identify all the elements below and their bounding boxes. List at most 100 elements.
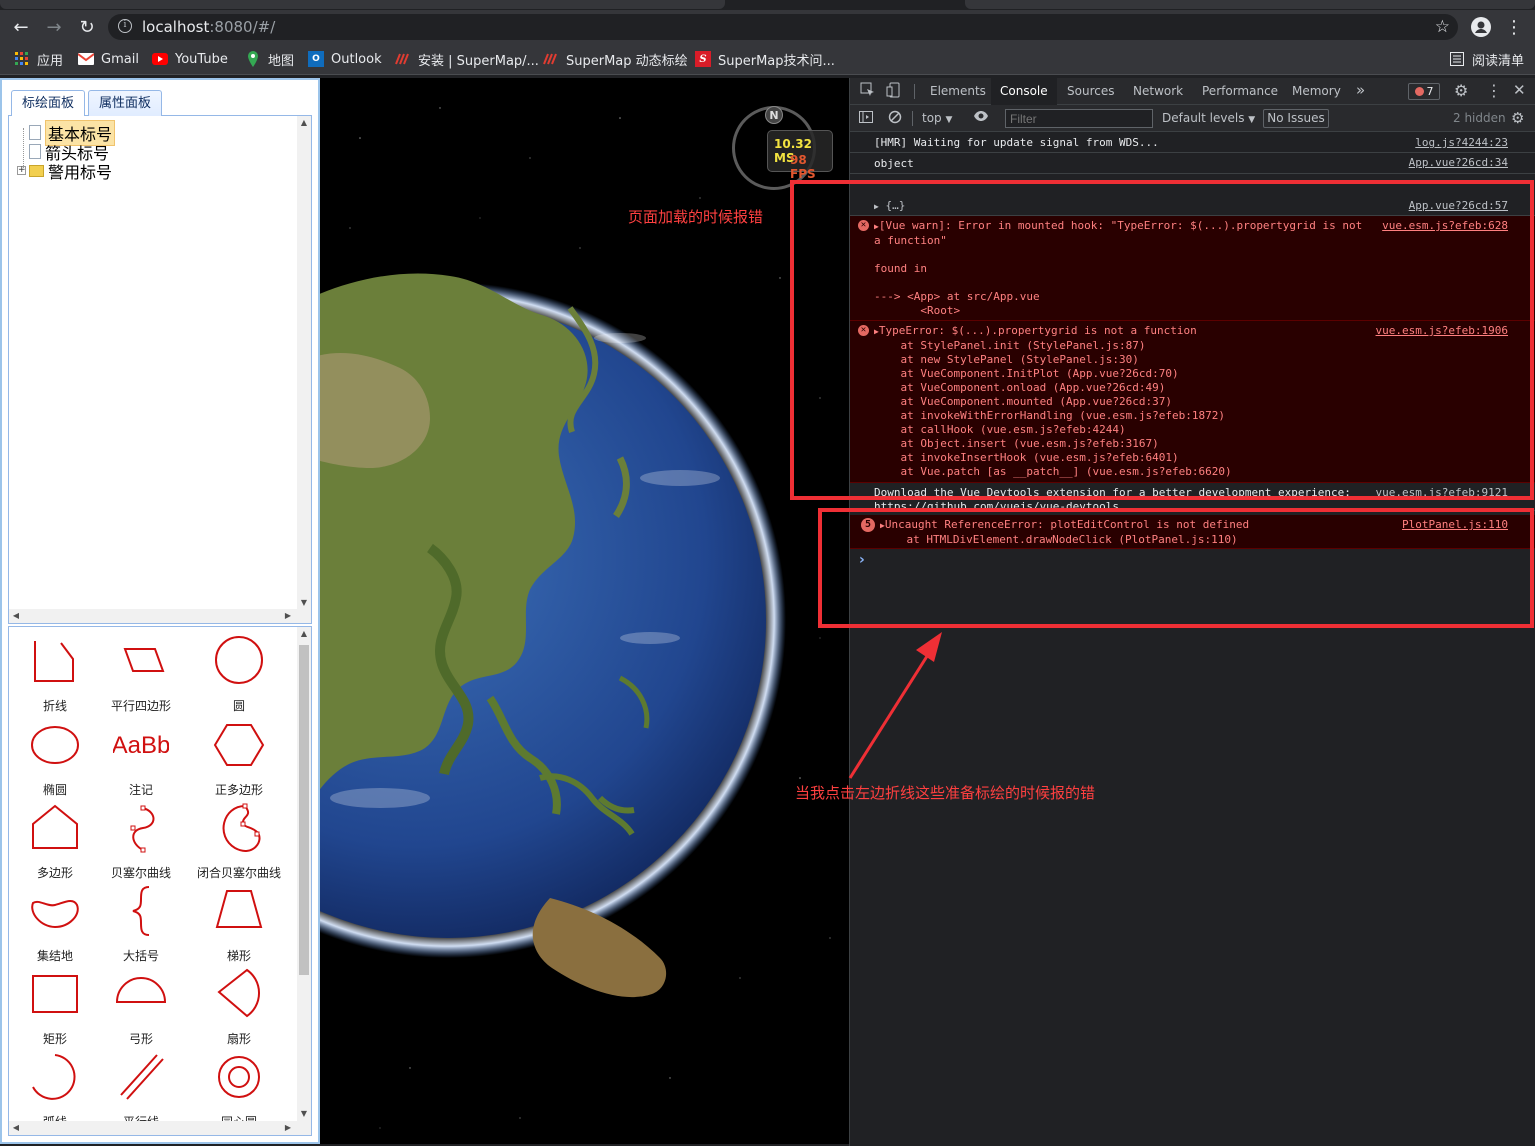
tab-console[interactable]: Console [991,78,1057,105]
gallery-item-ellipse[interactable]: 椭圆 [11,719,99,801]
more-tabs-icon[interactable]: » [1356,81,1365,99]
scroll-up-arrow-icon[interactable]: ▲ [297,116,311,130]
browser-toolbar: ← → ↻ i localhost:8080/#/ ☆ ⋮ [0,10,1535,44]
scroll-down-arrow-icon[interactable]: ▼ [297,596,311,610]
forward-arrow-icon[interactable]: → [42,15,66,39]
gallery-item-label: 贝塞尔曲线 [110,866,171,880]
device-toggle-icon[interactable] [886,82,902,101]
globe-viewport[interactable]: N 10.32 MS 98 FPS [320,78,849,1144]
clear-console-icon[interactable] [888,110,902,127]
gallery-item-closed-bezier[interactable]: 闭合贝塞尔曲线 [195,802,283,884]
browser-tab[interactable] [0,0,725,9]
gallery-item-trapezoid[interactable]: 梯形 [195,885,283,967]
annotation-sample-text: AaBb [113,732,169,759]
gallery-item-brace[interactable]: 大括号 [97,885,185,967]
tree-node-label: 警用标号 [48,162,113,182]
file-icon [29,125,41,140]
annotation-box-load-error [790,180,1534,500]
tree-node-police[interactable]: + 警用标号 [17,161,113,182]
gallery-item-sector[interactable]: 扇形 [195,968,283,1050]
bookmark-label: Outlook [331,51,382,67]
gallery-item-polyline[interactable]: 折线 [11,635,99,717]
console-filter-input[interactable] [1005,109,1153,128]
concentric-circles-icon [218,1056,260,1098]
outlook-icon: O [308,51,324,67]
url-path: :8080/#/ [209,18,276,36]
compass-north-icon[interactable]: N [765,106,783,124]
reading-list[interactable]: 阅读清单 [1449,50,1524,69]
bookmark-youtube[interactable]: YouTube [152,50,228,68]
expand-plus-icon[interactable]: + [17,166,26,175]
gallery-vertical-scrollbar[interactable]: ▲ ▼ [297,627,311,1121]
settings-gear-icon[interactable]: ⚙ [1454,81,1468,100]
rectangle-icon [32,975,78,1013]
sidebar-toggle-icon[interactable] [859,110,873,127]
gallery-item-bow[interactable]: 弓形 [97,968,185,1050]
scroll-left-arrow-icon[interactable]: ◀ [9,1121,23,1135]
bookmark-outlook[interactable]: O Outlook [308,50,382,68]
tab-property-panel[interactable]: 属性面板 [88,90,163,117]
bookmark-supermap-tech[interactable]: S SuperMap技术问... [695,50,835,69]
browser-tab[interactable] [965,0,1535,9]
scroll-right-arrow-icon[interactable]: ▶ [281,609,295,623]
bookmark-supermap-plot[interactable]: SuperMap 动态标绘 [543,50,688,69]
bookmark-apps[interactable]: 应用 [14,50,63,69]
url-text[interactable]: localhost:8080/#/ [142,18,275,36]
hidden-count: 2 hidden [1453,111,1506,125]
log-source-link[interactable]: log.js?4244:23 [1415,136,1508,149]
bookmark-label: 地图 [268,53,295,69]
error-counter-badge[interactable]: 7 [1408,83,1440,100]
gallery-item-annotation[interactable]: AaBb 注记 [97,719,185,801]
gallery-item-label: 集结地 [36,949,73,963]
issues-button[interactable]: No Issues [1263,109,1329,128]
annotation-box-click-error [818,508,1534,628]
context-selector[interactable]: top ▼ [922,111,952,125]
scroll-down-arrow-icon[interactable]: ▼ [297,1107,311,1121]
scroll-right-arrow-icon[interactable]: ▶ [281,1121,295,1135]
devtools-menu-icon[interactable]: ⋮ [1486,81,1502,100]
tree-vertical-scrollbar[interactable]: ▲ ▼ [297,116,311,610]
gallery-item-assembly[interactable]: 集结地 [11,885,99,967]
arc-icon [32,1054,76,1100]
gallery-horizontal-scrollbar[interactable]: ◀ ▶ [9,1121,311,1135]
tab-performance[interactable]: Performance [1202,84,1278,98]
back-arrow-icon[interactable]: ← [9,15,33,39]
address-bar[interactable]: i localhost:8080/#/ ☆ [108,14,1458,40]
gallery-item-bezier[interactable]: 贝塞尔曲线 [97,802,185,884]
tab-plot-panel[interactable]: 标绘面板 [11,90,86,118]
scroll-thumb[interactable] [299,645,309,975]
error-dot-icon [1414,87,1424,96]
bookmark-gmail[interactable]: Gmail [78,50,139,68]
scroll-up-arrow-icon[interactable]: ▲ [297,627,311,641]
gallery-item-regular-polygon[interactable]: 正多边形 [195,719,283,801]
browser-menu-icon[interactable]: ⋮ [1502,15,1526,39]
hexagon-icon [213,724,265,766]
gallery-item-circle[interactable]: 圆 [195,635,283,717]
log-text: object [874,157,914,170]
tab-memory[interactable]: Memory [1292,84,1341,98]
log-source-link[interactable]: App.vue?26cd:34 [1409,156,1508,169]
info-icon[interactable]: i [118,19,132,33]
inspect-element-icon[interactable] [860,82,876,101]
gallery-item-parallelogram[interactable]: 平行四边形 [97,635,185,717]
profile-avatar-icon[interactable] [1469,15,1493,39]
tree-horizontal-scrollbar[interactable]: ◀ ▶ [9,609,311,623]
console-toolbar: top ▼ Default levels ▼ No Issues 2 hidde… [850,105,1535,132]
gallery-item-rectangle[interactable]: 矩形 [11,968,99,1050]
tab-elements[interactable]: Elements [930,84,986,98]
console-settings-gear-icon[interactable]: ⚙ [1511,109,1524,127]
log-levels-selector[interactable]: Default levels ▼ [1162,111,1255,125]
close-devtools-icon[interactable]: ✕ [1513,81,1526,99]
scroll-left-arrow-icon[interactable]: ◀ [9,609,23,623]
reload-icon[interactable]: ↻ [75,15,99,39]
gallery-item-polygon[interactable]: 多边形 [11,802,99,884]
star-bookmark-icon[interactable]: ☆ [1435,17,1450,37]
bookmark-maps[interactable]: 地图 [245,50,295,69]
bookmark-supermap-install[interactable]: 安装 | SuperMap/... [395,50,539,69]
sector-icon [217,968,260,1018]
assembly-area-icon [31,899,79,929]
tab-network[interactable]: Network [1133,84,1183,98]
tab-sources[interactable]: Sources [1067,84,1114,98]
gallery-item-label: 椭圆 [42,783,67,797]
live-expression-eye-icon[interactable] [973,109,989,126]
